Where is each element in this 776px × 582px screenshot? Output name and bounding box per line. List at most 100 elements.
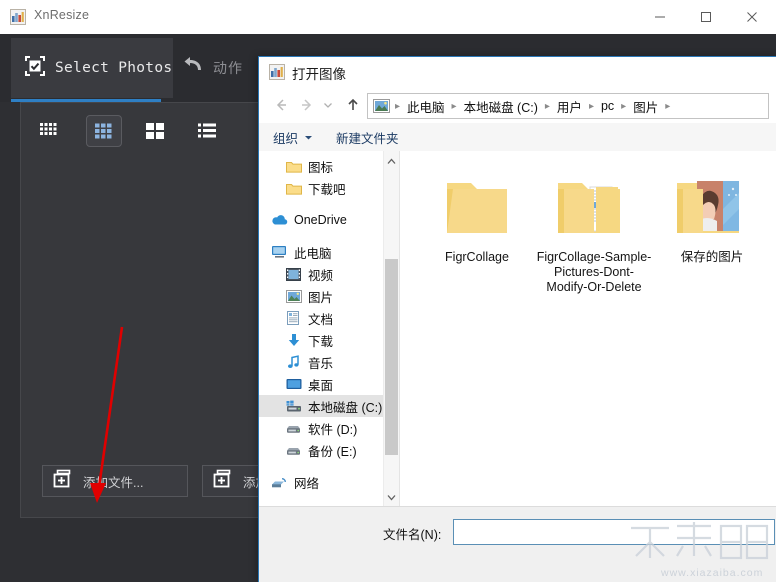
dialog-command-bar: 组织 新建文件夹 xyxy=(259,123,776,152)
folder-icon xyxy=(285,158,302,174)
documents-icon xyxy=(285,310,302,326)
minimize-icon xyxy=(655,16,665,18)
tab-select-photos-label: Select Photos xyxy=(55,60,173,76)
open-image-dialog: 打开图像 ▸ 此电脑 ▸ 本地磁盘 (C:) ▸ 用户 ▸ pc ▸ 图片 ▸ … xyxy=(258,56,776,582)
breadcrumb-item-0[interactable]: 此电脑 xyxy=(405,97,447,116)
new-folder-label: 新建文件夹 xyxy=(336,131,399,146)
view-mode-medium-grid[interactable] xyxy=(86,115,122,147)
forward-button[interactable] xyxy=(295,93,319,117)
tree-item-music[interactable]: 音乐 xyxy=(259,351,399,373)
breadcrumb-separator: ▸ xyxy=(665,100,671,112)
organize-label: 组织 xyxy=(273,131,299,146)
tree-label: 视频 xyxy=(308,268,334,283)
tree-label: 音乐 xyxy=(308,356,334,371)
address-bar[interactable]: ▸ 此电脑 ▸ 本地磁盘 (C:) ▸ 用户 ▸ pc ▸ 图片 ▸ xyxy=(367,93,769,119)
recent-locations-button[interactable] xyxy=(319,93,337,117)
filename-input[interactable] xyxy=(453,519,775,545)
breadcrumb-separator: ▸ xyxy=(544,100,550,112)
breadcrumb-item-3[interactable]: pc xyxy=(599,99,616,113)
tree-label: 网络 xyxy=(294,476,320,491)
music-icon xyxy=(285,354,302,370)
tree-item-onedrive[interactable]: OneDrive xyxy=(259,209,399,231)
tree-label: 本地磁盘 (C:) xyxy=(308,400,383,415)
dialog-title: 打开图像 xyxy=(292,67,346,82)
file-list-area[interactable]: FigrCollage FigrCollage-Sample-Pictures-… xyxy=(399,151,776,507)
file-item-saved-pictures[interactable]: 保存的图片 xyxy=(653,175,771,265)
list-view-icon xyxy=(198,123,216,138)
tree-item-drive-d[interactable]: 软件 (D:) xyxy=(259,417,399,439)
tree-item-this-pc[interactable]: 此电脑 xyxy=(259,241,399,263)
tree-item-icons[interactable]: 图标 xyxy=(259,155,399,177)
network-icon xyxy=(271,474,288,490)
scroll-up-icon[interactable] xyxy=(384,153,399,169)
breadcrumb-separator: ▸ xyxy=(451,100,457,112)
tab-select-photos[interactable]: Select Photos xyxy=(11,38,173,102)
photo-list-panel: 添加文件... 添加文件夹... xyxy=(20,102,344,518)
tree-item-xiazaiba[interactable]: 下载吧 xyxy=(259,177,399,199)
view-mode-large-grid[interactable] xyxy=(140,116,174,146)
breadcrumb-item-1[interactable]: 本地磁盘 (C:) xyxy=(462,97,540,116)
tree-item-pictures[interactable]: 图片 xyxy=(259,285,399,307)
view-mode-small-grid[interactable] xyxy=(34,116,68,146)
add-files-label: 添加文件... xyxy=(83,475,144,490)
breadcrumb-item-4[interactable]: 图片 xyxy=(631,97,660,116)
small-grid-icon xyxy=(40,123,57,135)
add-file-icon xyxy=(53,469,73,494)
back-arrow-icon xyxy=(276,99,286,111)
organize-button[interactable]: 组织 xyxy=(273,128,314,147)
breadcrumb-separator: ▸ xyxy=(621,100,627,112)
forward-arrow-icon xyxy=(302,99,312,111)
left-panel: 添加文件... 添加文件夹... xyxy=(0,102,344,581)
file-name: FigrCollage xyxy=(445,250,509,264)
app-logo-icon xyxy=(10,9,26,25)
tree-item-downloads[interactable]: 下载 xyxy=(259,329,399,351)
tree-label: 桌面 xyxy=(308,378,334,393)
add-files-button[interactable]: 添加文件... xyxy=(42,465,188,497)
tree-item-local-disk-c[interactable]: 本地磁盘 (C:) xyxy=(259,395,399,417)
videos-icon xyxy=(285,266,302,282)
tree-item-drive-e[interactable]: 备份 (E:) xyxy=(259,439,399,461)
drive-icon xyxy=(285,420,302,436)
breadcrumb-separator: ▸ xyxy=(395,100,401,112)
chevron-down-icon xyxy=(305,135,313,139)
tree-item-desktop[interactable]: 桌面 xyxy=(259,373,399,395)
chevron-down-icon xyxy=(324,103,332,108)
dialog-navigation-bar: ▸ 此电脑 ▸ 本地磁盘 (C:) ▸ 用户 ▸ pc ▸ 图片 ▸ xyxy=(259,89,776,121)
tree-label: 文档 xyxy=(308,312,334,327)
tree-label: OneDrive xyxy=(294,213,347,227)
tree-item-network[interactable]: 网络 xyxy=(259,471,399,493)
tree-divider xyxy=(259,461,399,471)
close-button[interactable] xyxy=(729,0,775,34)
tree-label: 软件 (D:) xyxy=(308,422,358,437)
folder-pictures-icon xyxy=(677,181,739,233)
maximize-button[interactable] xyxy=(683,0,729,34)
view-mode-toolbar xyxy=(34,115,226,147)
tree-divider xyxy=(259,231,399,241)
scrollbar-thumb[interactable] xyxy=(385,259,398,455)
back-button[interactable] xyxy=(269,93,293,117)
dialog-body: 图标 下载吧 OneDrive 此电脑 视频 图片 文档 下载 音乐 桌面 本地… xyxy=(259,151,776,507)
dialog-footer: 文件名(N): xyxy=(259,506,776,582)
breadcrumb-item-2[interactable]: 用户 xyxy=(555,97,584,116)
file-item-figrcollage-sample[interactable]: FigrCollage-Sample-Pictures-Dont-Modify-… xyxy=(535,175,653,295)
file-item-figrcollage[interactable]: FigrCollage xyxy=(418,175,536,265)
app-logo-icon xyxy=(269,64,285,80)
tree-item-documents[interactable]: 文档 xyxy=(259,307,399,329)
checkbox-frame-icon xyxy=(23,54,47,83)
tree-item-videos[interactable]: 视频 xyxy=(259,263,399,285)
dialog-titlebar: 打开图像 xyxy=(259,57,776,87)
photo-thumbnail-area[interactable] xyxy=(42,153,258,453)
tree-label: 此电脑 xyxy=(294,246,332,261)
downloads-icon xyxy=(285,332,302,348)
folder-icon xyxy=(285,180,302,196)
view-mode-list[interactable] xyxy=(192,116,226,146)
minimize-button[interactable] xyxy=(637,0,683,34)
pictures-icon xyxy=(285,288,302,304)
app-title: XnResize xyxy=(34,8,90,22)
new-folder-button[interactable]: 新建文件夹 xyxy=(336,128,399,147)
scroll-down-icon[interactable] xyxy=(384,489,399,505)
navigation-tree[interactable]: 图标 下载吧 OneDrive 此电脑 视频 图片 文档 下载 音乐 桌面 本地… xyxy=(259,151,399,507)
tree-scrollbar[interactable] xyxy=(383,151,399,507)
up-one-level-button[interactable] xyxy=(341,93,365,117)
this-pc-icon xyxy=(271,244,288,260)
